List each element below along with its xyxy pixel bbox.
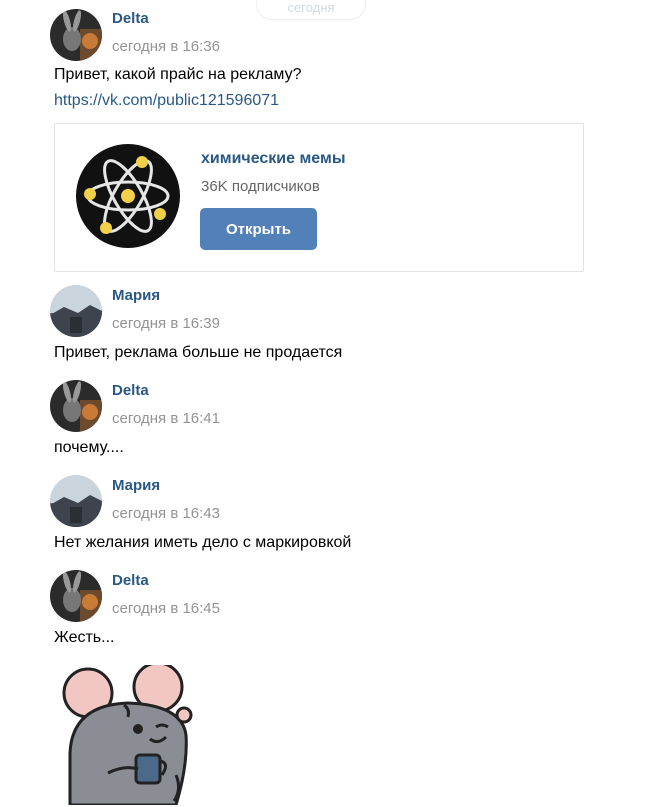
landscape-avatar-icon xyxy=(50,285,102,337)
maria-avatar[interactable] xyxy=(50,285,102,337)
date-separator-pill: сегодня xyxy=(256,0,366,20)
rabbit-avatar-icon xyxy=(50,380,102,432)
delta-avatar[interactable] xyxy=(50,380,102,432)
message-time[interactable]: сегодня в 16:36 xyxy=(112,38,220,55)
atom-logo-icon xyxy=(76,144,180,248)
message-link[interactable]: https://vk.com/public121596071 xyxy=(54,92,279,110)
group-name[interactable]: химические мемы xyxy=(201,150,346,168)
mouse-sticker-icon[interactable] xyxy=(58,665,198,805)
message-author[interactable]: Мария xyxy=(112,477,160,494)
message-text: Нет желания иметь дело с маркировкой xyxy=(54,534,352,551)
message-time[interactable]: сегодня в 16:43 xyxy=(112,505,220,522)
rabbit-avatar-icon xyxy=(50,9,102,61)
open-group-button[interactable]: Открыть xyxy=(200,208,317,250)
delta-avatar[interactable] xyxy=(50,9,102,61)
group-link-card[interactable]: химические мемы 36K подписчиков Открыть xyxy=(54,123,584,272)
message-time[interactable]: сегодня в 16:45 xyxy=(112,600,220,617)
message-text: Жесть... xyxy=(54,629,115,646)
message-text: Привет, реклама больше не продается xyxy=(54,344,343,361)
message-author[interactable]: Delta xyxy=(112,382,149,399)
message-author[interactable]: Delta xyxy=(112,572,149,589)
maria-avatar[interactable] xyxy=(50,475,102,527)
landscape-avatar-icon xyxy=(50,475,102,527)
message-text: почему.... xyxy=(54,439,124,456)
message-time[interactable]: сегодня в 16:41 xyxy=(112,410,220,427)
message-author[interactable]: Мария xyxy=(112,287,160,304)
delta-avatar[interactable] xyxy=(50,570,102,622)
message-author[interactable]: Delta xyxy=(112,10,149,27)
message-text: Привет, какой прайс на рекламу? xyxy=(54,66,302,83)
message-time[interactable]: сегодня в 16:39 xyxy=(112,315,220,332)
rabbit-avatar-icon xyxy=(50,570,102,622)
group-subscribers: 36K подписчиков xyxy=(201,178,320,195)
